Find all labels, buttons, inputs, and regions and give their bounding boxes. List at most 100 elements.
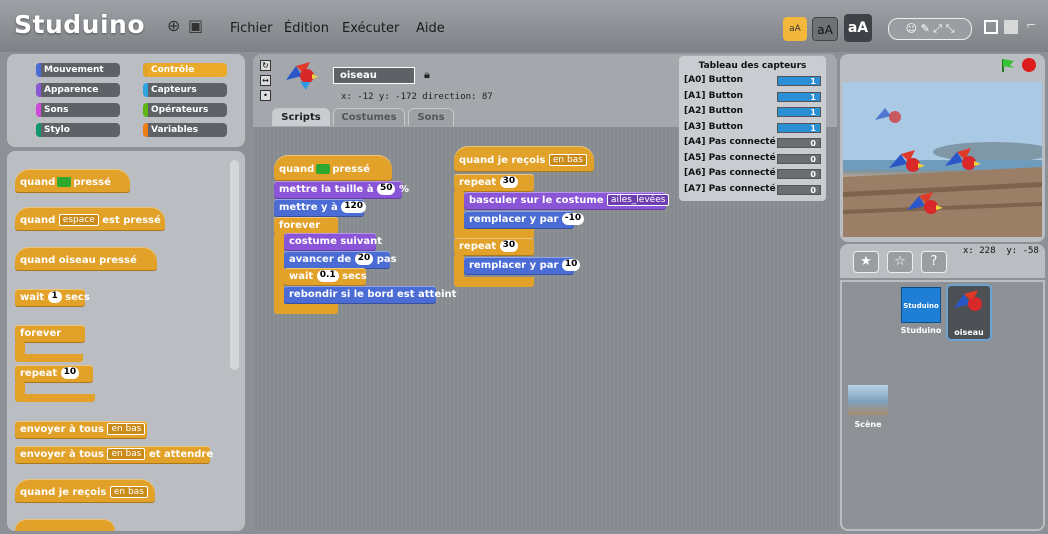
- palette-when-receive-block[interactable]: quand je reçois en bas: [15, 479, 155, 503]
- when-receive-block[interactable]: quand je reçois en bas: [454, 146, 594, 172]
- green-flag-icon[interactable]: [1000, 57, 1016, 73]
- set-size-block[interactable]: mettre la taille à 50 %: [274, 181, 409, 199]
- set-y-block[interactable]: mettre y à 120: [274, 199, 366, 217]
- broadcast-dropdown[interactable]: en bas: [107, 423, 146, 435]
- costume-dropdown[interactable]: ailes_levées: [607, 194, 670, 206]
- y-input[interactable]: 120: [341, 201, 366, 213]
- palette-forever-block[interactable]: forever: [15, 325, 85, 343]
- category-variables[interactable]: Variables: [143, 123, 227, 137]
- rotate-all-icon[interactable]: ↻: [260, 60, 271, 71]
- forever-bottom: [15, 354, 83, 362]
- switch-costume-block[interactable]: basculer sur le costume ailes_levées: [464, 192, 670, 210]
- palette-when-clicked-block[interactable]: quand oiseau pressé: [15, 247, 157, 271]
- sprite-thumb-oiseau[interactable]: oiseau: [946, 284, 992, 341]
- change-y-block-2[interactable]: remplacer y par 10: [464, 257, 581, 275]
- palette-scrollbar[interactable]: [230, 160, 239, 370]
- sensor-label: [A3] Button: [684, 121, 744, 132]
- next-costume-block[interactable]: costume suivant: [284, 233, 382, 251]
- wait-input[interactable]: 1: [47, 291, 62, 303]
- repeat-block-1[interactable]: repeat 30: [454, 174, 534, 192]
- wait-block[interactable]: wait 0.1 secs: [284, 268, 367, 286]
- category-mouvement[interactable]: Mouvement: [36, 63, 120, 77]
- tab-costumes[interactable]: Costumes: [333, 108, 405, 126]
- tab-sounds[interactable]: Sons: [408, 108, 454, 126]
- parrot-sprite: [889, 150, 925, 172]
- block-label: wait: [20, 292, 45, 303]
- tab-scripts[interactable]: Scripts: [272, 108, 330, 126]
- repeat-block-2[interactable]: repeat 30: [454, 238, 534, 256]
- layout-large-icon[interactable]: [984, 20, 998, 34]
- scene-thumb[interactable]: [848, 385, 888, 415]
- sprite-thumb-studuino[interactable]: Studuino: [901, 287, 941, 323]
- category-sons[interactable]: Sons: [36, 103, 120, 117]
- sensor-row: [A5] Pas connecté 0: [684, 152, 821, 165]
- move-block[interactable]: avancer de 20 pas: [284, 251, 397, 269]
- category-operateurs[interactable]: Opérateurs: [143, 103, 227, 117]
- key-dropdown[interactable]: espace: [58, 214, 99, 226]
- category-capteurs[interactable]: Capteurs: [143, 83, 227, 97]
- category-apparence[interactable]: Apparence: [36, 83, 120, 97]
- sensor-value: 0: [777, 138, 821, 148]
- palette-broadcast-block[interactable]: envoyer à tous en bas: [15, 421, 147, 439]
- repeat-input[interactable]: 10: [60, 367, 80, 379]
- receive-dropdown[interactable]: en bas: [548, 154, 587, 166]
- paint-sprite-icon[interactable]: ★: [853, 251, 879, 273]
- app-logo: Studuino: [14, 10, 145, 39]
- palette-repeat-block[interactable]: repeat 10: [15, 365, 93, 383]
- block-label: pressé: [332, 164, 370, 175]
- sensor-value: 0: [777, 184, 821, 195]
- sensor-label: [A2] Button: [684, 106, 744, 116]
- menu-file[interactable]: Fichier: [230, 21, 273, 36]
- category-label: Sons: [44, 105, 69, 115]
- block-label: quand je reçois: [459, 155, 546, 166]
- expand-icon[interactable]: ⤢: [933, 22, 942, 35]
- repeat-input[interactable]: 30: [499, 240, 519, 252]
- y-input[interactable]: 10: [561, 259, 581, 271]
- category-label: Capteurs: [151, 85, 197, 95]
- sensor-label: [A0] Button: [684, 75, 744, 85]
- block-label: %: [398, 184, 409, 195]
- flip-icon[interactable]: ↔: [260, 75, 271, 86]
- sensor-label: [A1] Button: [684, 90, 744, 101]
- wait-input[interactable]: 0.1: [316, 270, 339, 282]
- globe-icon[interactable]: ⊕: [167, 16, 180, 35]
- palette-wait-block[interactable]: wait 1 secs: [15, 289, 90, 307]
- category-stylo[interactable]: Stylo: [36, 123, 120, 137]
- move-input[interactable]: 20: [354, 253, 374, 265]
- layout-small-icon[interactable]: [1004, 20, 1018, 34]
- bounce-block[interactable]: rebondir si le bord est atteint: [284, 286, 456, 304]
- menu-help[interactable]: Aide: [416, 21, 445, 36]
- receive-dropdown[interactable]: en bas: [109, 486, 148, 498]
- repeat-bottom: [15, 394, 95, 402]
- change-y-block-1[interactable]: remplacer y par -10: [464, 211, 585, 229]
- size-input[interactable]: 50: [376, 183, 396, 195]
- no-rotate-icon[interactable]: •: [260, 90, 271, 101]
- import-sprite-icon[interactable]: ☆: [887, 251, 913, 273]
- sprite-name-input[interactable]: oiseau: [333, 67, 415, 84]
- toolbar-group: ☺ ✎ ⤢ ⤡: [888, 18, 972, 40]
- palette-when-key-block[interactable]: quand espace est pressé: [15, 207, 165, 231]
- repeat-input[interactable]: 30: [499, 176, 519, 188]
- palette-broadcast-wait-block[interactable]: envoyer à tous en bas et attendre: [15, 446, 214, 464]
- broadcast-wait-dropdown[interactable]: en bas: [107, 448, 146, 460]
- stage-canvas[interactable]: [843, 82, 1042, 237]
- y-input[interactable]: -10: [561, 213, 585, 225]
- menu-run[interactable]: Exécuter: [342, 21, 399, 36]
- font-large-button[interactable]: aA: [844, 14, 872, 42]
- presentation-icon[interactable]: ⌐: [1026, 18, 1036, 32]
- person-icon[interactable]: ☺: [906, 22, 917, 35]
- lock-icon[interactable]: 🔒︎: [424, 68, 430, 82]
- stop-icon[interactable]: [1022, 58, 1036, 72]
- when-flag-block[interactable]: quand pressé: [274, 155, 392, 181]
- font-small-button[interactable]: aA: [783, 17, 807, 41]
- menu-edit[interactable]: Édition: [284, 21, 329, 36]
- palette-partial-block[interactable]: [15, 519, 115, 531]
- block-label: et attendre: [148, 449, 214, 460]
- palette-when-flag-block[interactable]: quand pressé: [15, 169, 130, 193]
- save-icon[interactable]: ▣: [188, 16, 203, 35]
- shrink-icon[interactable]: ⤡: [946, 22, 955, 35]
- wand-icon[interactable]: ✎: [921, 22, 930, 35]
- font-medium-button[interactable]: aA: [812, 17, 838, 41]
- random-sprite-icon[interactable]: ?: [921, 251, 947, 273]
- category-controle[interactable]: Contrôle: [143, 63, 227, 77]
